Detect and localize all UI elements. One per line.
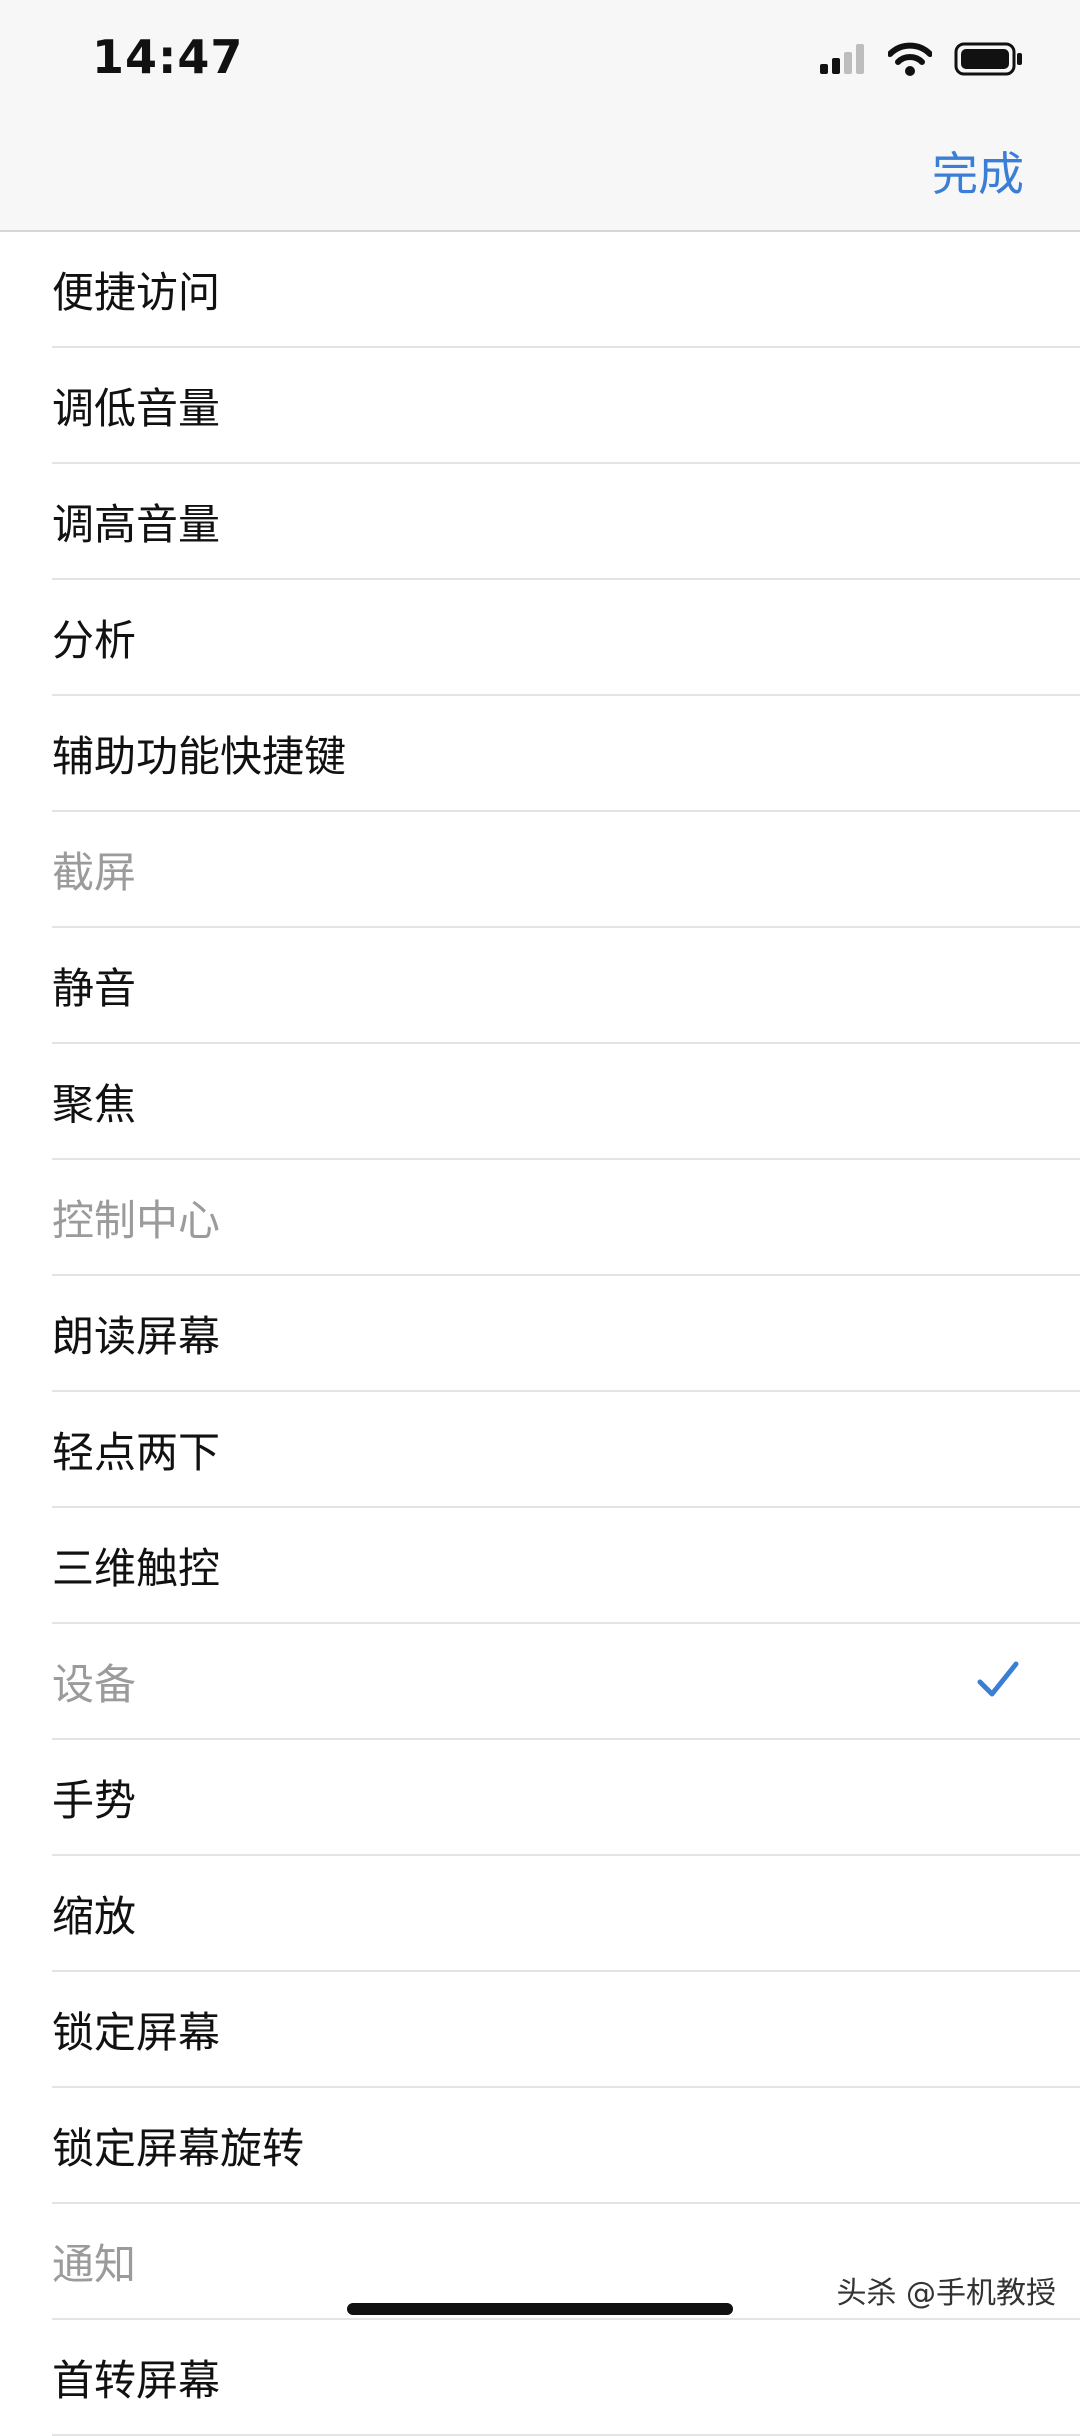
battery-icon (954, 42, 1024, 76)
list-item[interactable]: 轻点两下 (52, 1392, 1080, 1508)
list-item[interactable]: 分析 (52, 580, 1080, 696)
list-item-label: 辅助功能快捷键 (52, 731, 347, 781)
status-time: 14:47 (92, 30, 244, 84)
list-item-label: 锁定屏幕 (52, 2007, 221, 2057)
list-item-label: 设备 (52, 1659, 137, 1709)
list-item[interactable]: 聚焦 (52, 1044, 1080, 1160)
done-button[interactable]: 完成 (932, 138, 1024, 204)
list-item[interactable]: 缩放 (52, 1856, 1080, 1972)
list-item[interactable]: 便捷访问 (52, 232, 1080, 348)
list-item-label: 静音 (52, 963, 137, 1013)
shortcut-option-list: 便捷访问调低音量调高音量分析辅助功能快捷键 截屏静音聚焦控制中心朗读屏幕轻点两下三… (0, 232, 1080, 2436)
list-item[interactable]: 调高音量 (52, 464, 1080, 580)
list-item[interactable]: 控制中心 (52, 1160, 1080, 1276)
list-item-label: 分析 (52, 615, 137, 665)
list-item[interactable]: 三维触控 (52, 1508, 1080, 1624)
list-item[interactable]: 首转屏幕 (52, 2320, 1080, 2436)
list-item-label: 通知 (52, 2239, 137, 2289)
list-item-label: 三维触控 (52, 1543, 221, 1593)
list-item[interactable]: 锁定屏幕旋转 (52, 2088, 1080, 2204)
list-item-label: 调低音量 (52, 383, 221, 433)
top-bar: 14:47 完成 (0, 0, 1080, 232)
checkmark-icon (976, 1660, 1020, 1704)
list-item-label: 缩放 (52, 1891, 137, 1941)
list-item-label: 轻点两下 (52, 1427, 221, 1477)
home-indicator[interactable] (347, 2303, 733, 2315)
wifi-icon (888, 42, 932, 76)
list-item-label: 便捷访问 (52, 267, 221, 317)
list-item-label: 控制中心 (52, 1195, 221, 1245)
list-item[interactable]: 调低音量 (52, 348, 1080, 464)
list-item[interactable]: 手势 (52, 1740, 1080, 1856)
cellular-signal-icon (820, 44, 866, 74)
list-item[interactable]: 静音 (52, 928, 1080, 1044)
list-item[interactable]: 设备 (52, 1624, 1080, 1740)
list-item[interactable]: 朗读屏幕 (52, 1276, 1080, 1392)
list-item-label: 锁定屏幕旋转 (52, 2123, 305, 2173)
list-item[interactable]: 锁定屏幕 (52, 1972, 1080, 2088)
list-item-label: 朗读屏幕 (52, 1311, 221, 1361)
list-item[interactable]: 截屏 (52, 812, 1080, 928)
watermark-text: 头杀 @手机教授 (836, 2276, 1056, 2311)
list-item-label: 截屏 (52, 847, 137, 897)
list-item-label: 调高音量 (52, 499, 221, 549)
status-icons (820, 36, 1024, 82)
list-item-label: 首转屏幕 (52, 2355, 221, 2405)
list-item-label: 聚焦 (52, 1079, 137, 1129)
list-item[interactable]: 辅助功能快捷键 (52, 696, 1080, 812)
list-item-label: 手势 (52, 1775, 137, 1825)
